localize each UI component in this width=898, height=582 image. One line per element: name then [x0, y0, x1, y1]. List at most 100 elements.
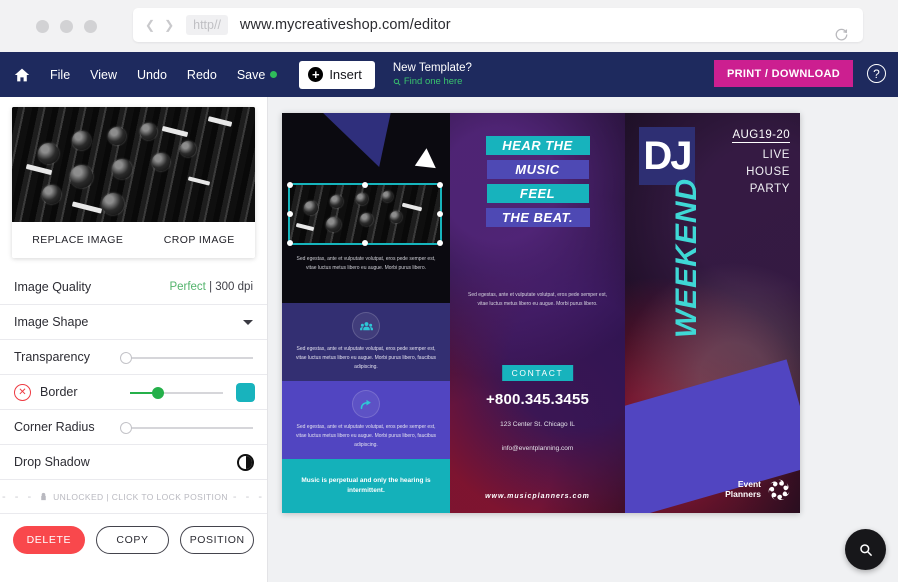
headline-line-2[interactable]: MUSIC — [486, 160, 589, 179]
new-template-block[interactable]: New Template? Find one here — [393, 61, 472, 88]
border-color-swatch[interactable] — [236, 383, 255, 402]
phone-number[interactable]: +800.345.3455 — [450, 391, 625, 408]
insert-label: Insert — [329, 67, 362, 82]
forward-icon[interactable]: ❯ — [164, 19, 174, 31]
slider-track — [120, 427, 253, 429]
left-panel-section-2-text[interactable]: Sed egestas, ante et vulputate volutpat,… — [291, 423, 441, 450]
slider-knob[interactable] — [120, 422, 132, 434]
maximize-window-dot[interactable] — [84, 19, 97, 33]
mixer-knob — [108, 127, 126, 145]
image-properties-panel: REPLACE IMAGE CROP IMAGE Image Quality P… — [0, 97, 268, 582]
resize-handle-n[interactable] — [362, 182, 368, 188]
event-line-2[interactable]: HOUSE — [746, 166, 790, 178]
event-date[interactable]: AUG19-20 — [732, 129, 790, 143]
middle-panel-body-text[interactable]: Sed egestas, ante et vulputate volutpat,… — [466, 291, 609, 310]
print-download-button[interactable]: PRINT / DOWNLOAD — [714, 60, 853, 87]
selected-image-element[interactable] — [288, 183, 442, 245]
slider-knob[interactable] — [152, 387, 165, 399]
resize-handle-sw[interactable] — [287, 240, 293, 246]
left-panel-footer-quote[interactable]: Music is perpetual and only the hearing … — [282, 459, 450, 513]
headline-line-4[interactable]: THE BEAT. — [485, 208, 590, 227]
headline-line-3[interactable]: FEEL — [486, 184, 589, 203]
border-none-icon[interactable]: ✕ — [14, 383, 31, 401]
minimize-window-dot[interactable] — [60, 19, 73, 33]
resize-handle-w[interactable] — [287, 211, 293, 217]
resize-handle-e[interactable] — [437, 211, 443, 217]
row-corner-radius: Corner Radius — [0, 410, 267, 445]
border-slider[interactable] — [130, 386, 223, 400]
blue-triangle-shape[interactable] — [305, 113, 427, 182]
event-planners-logo[interactable]: Event Planners — [725, 477, 792, 503]
mixer-knob — [390, 211, 402, 223]
canvas-area[interactable]: Sed egestas, ante et vulputate volutpat,… — [268, 97, 898, 582]
find-template-link[interactable]: Find one here — [393, 76, 472, 88]
brochure-panel-left[interactable]: Sed egestas, ante et vulputate volutpat,… — [282, 113, 450, 513]
menu-item-save[interactable]: Save — [237, 68, 278, 82]
contrast-toggle-icon[interactable] — [237, 454, 254, 471]
delete-button[interactable]: DELETE — [13, 526, 85, 554]
mixer-knob — [140, 123, 157, 140]
left-panel-section-1-text[interactable]: Sed egestas, ante et vulputate volutpat,… — [291, 345, 441, 372]
new-template-title: New Template? — [392, 61, 472, 74]
mixer-knob — [330, 195, 343, 208]
address-bar[interactable]: ❮ ❯ http// www.mycreativeshop.com/editor — [133, 8, 863, 42]
transparency-label: Transparency — [14, 350, 90, 364]
menu-item-redo[interactable]: Redo — [187, 68, 217, 82]
mixer-knob — [180, 141, 196, 157]
weekend-vertical-text[interactable]: WEEKEND — [670, 168, 704, 348]
transparency-slider[interactable] — [120, 351, 253, 365]
resize-handle-s[interactable] — [362, 240, 368, 246]
window-traffic-lights — [36, 19, 97, 33]
help-icon[interactable]: ? — [867, 64, 886, 83]
resize-handle-se[interactable] — [437, 240, 443, 246]
chevron-down-icon[interactable] — [243, 319, 253, 325]
back-icon[interactable]: ❮ — [145, 19, 155, 31]
corner-radius-slider[interactable] — [120, 421, 253, 435]
close-window-dot[interactable] — [36, 19, 49, 33]
people-group-icon[interactable] — [352, 312, 380, 340]
app-toolbar: File View Undo Redo Save + Insert New Te… — [0, 52, 898, 97]
home-icon[interactable] — [14, 67, 30, 83]
brochure-panel-right[interactable]: DJ AUG19-20 LIVE HOUSE PARTY WEEKEND Eve… — [625, 113, 800, 513]
url-text[interactable]: www.mycreativeshop.com/editor — [240, 17, 451, 33]
image-thumbnail[interactable] — [12, 107, 255, 222]
left-panel-body-text[interactable]: Sed egestas, ante et vulputate volutpat,… — [293, 255, 439, 273]
share-arrow-icon[interactable] — [352, 390, 380, 418]
mixer-knob — [112, 159, 132, 179]
contact-label[interactable]: CONTACT — [501, 365, 574, 381]
mixer-photo-texture — [12, 107, 255, 222]
resize-handle-ne[interactable] — [437, 182, 443, 188]
reload-icon[interactable] — [834, 27, 849, 42]
menu-item-undo[interactable]: Undo — [137, 68, 167, 82]
left-panel-section-1[interactable]: Sed egestas, ante et vulputate volutpat,… — [282, 303, 450, 381]
brochure-panel-middle[interactable]: HEAR THE MUSIC FEEL THE BEAT. Sed egesta… — [450, 113, 625, 513]
left-panel-section-2[interactable]: Sed egestas, ante et vulputate volutpat,… — [282, 381, 450, 459]
resize-handle-nw[interactable] — [287, 182, 293, 188]
position-button[interactable]: POSITION — [180, 526, 255, 554]
zoom-button[interactable] — [845, 529, 886, 570]
headline-line-1[interactable]: HEAR THE — [485, 136, 590, 155]
mixer-knob — [152, 153, 170, 171]
event-line-1[interactable]: LIVE — [763, 149, 790, 161]
menu-item-view[interactable]: View — [90, 68, 117, 82]
street-address[interactable]: 123 Center St. Chicago IL — [450, 421, 625, 428]
lock-position-row[interactable]: - - - UNLOCKED | CLICK TO LOCK POSITION … — [0, 480, 267, 514]
footer-quote-text: Music is perpetual and only the hearing … — [301, 477, 431, 494]
menu-item-file[interactable]: File — [50, 68, 70, 82]
brochure-document[interactable]: Sed egestas, ante et vulputate volutpat,… — [282, 113, 800, 513]
event-line-3[interactable]: PARTY — [750, 183, 790, 195]
mixer-knob — [72, 131, 91, 150]
event-planners-text: Event Planners — [725, 479, 761, 500]
crop-image-button[interactable]: CROP IMAGE — [164, 234, 235, 246]
website-url[interactable]: www.musicplanners.com — [450, 493, 625, 500]
row-image-shape[interactable]: Image Shape — [0, 305, 267, 340]
replace-image-button[interactable]: REPLACE IMAGE — [32, 234, 123, 246]
email-address[interactable]: info@eventplanning.com — [450, 445, 625, 452]
copy-button[interactable]: COPY — [95, 526, 170, 554]
mixer-knob — [42, 185, 61, 204]
insert-button[interactable]: + Insert — [299, 60, 375, 89]
panel-action-buttons: DELETE COPY POSITION — [0, 514, 267, 554]
slider-knob[interactable] — [120, 352, 132, 364]
app-root: ❮ ❯ http// www.mycreativeshop.com/editor… — [0, 0, 898, 582]
image-quality-dpi: 300 dpi — [215, 281, 253, 293]
